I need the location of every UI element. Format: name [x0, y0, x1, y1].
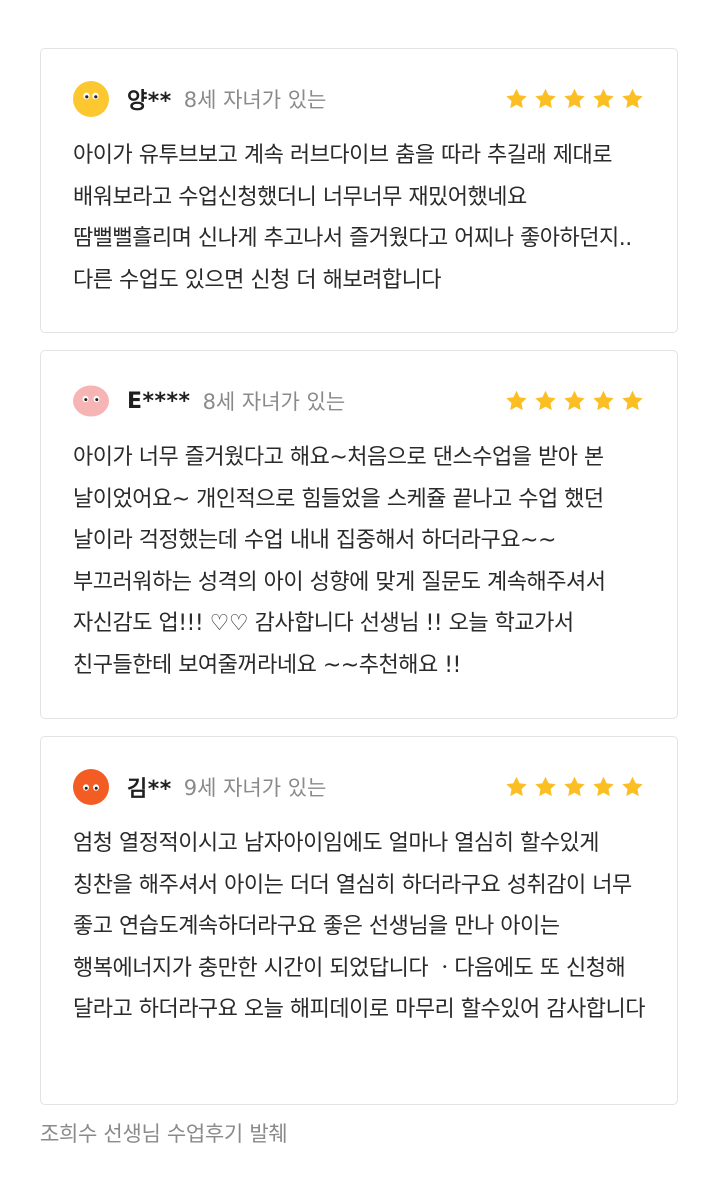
orange-face-icon: [73, 769, 109, 805]
reviewer-name: E****: [127, 388, 191, 414]
review-header: 양** 8세 자녀가 있는: [73, 81, 645, 117]
review-header: 김** 9세 자녀가 있는: [73, 769, 645, 805]
star-icon: [564, 390, 585, 411]
reviewer-meta: 9세 자녀가 있는: [183, 776, 327, 800]
reviewer-name: 양**: [127, 89, 172, 114]
star-icon: [593, 390, 614, 411]
star-icon: [593, 776, 614, 797]
star-icon: [506, 88, 527, 109]
star-icon: [564, 88, 585, 109]
reviewer-name: 김**: [127, 777, 172, 802]
review-card: 김** 9세 자녀가 있는 엄청 열정적이시고 남자아이임에도 얼마나 열심히 …: [40, 736, 678, 1105]
review-text: 아이가 너무 즐거웠다고 해요~처음으로 댄스수업을 받아 본 날이었어요~ 개…: [73, 445, 606, 678]
star-icon: [564, 776, 585, 797]
star-icon: [535, 390, 556, 411]
star-icon: [535, 88, 556, 109]
reviewer-meta: 8세 자녀가 있는: [183, 88, 327, 112]
review-text: 아이가 유투브보고 계속 러브다이브 춤을 따라 추길래 제대로 배워보라고 수…: [73, 143, 632, 293]
star-rating: [504, 389, 645, 413]
review-text: 엄청 열정적이시고 남자아이임에도 얼마나 열심히 할수있게 칭찬을 해주셔서 …: [73, 831, 645, 1022]
reviewer-meta: 8세 자녀가 있는: [202, 390, 346, 414]
pink-face-icon: [73, 385, 109, 417]
star-icon: [622, 88, 643, 109]
review-card: 양** 8세 자녀가 있는 아이가 유투브보고 계속 러브다이브 춤을 따라 추…: [40, 48, 678, 333]
review-card: E**** 8세 자녀가 있는 아이가 너무 즐거웠다고 해요~처음으로 댄스수…: [40, 350, 678, 719]
star-rating: [504, 87, 645, 111]
footer-caption: 조희수 선생님 수업후기 발췌: [40, 1122, 288, 1146]
star-icon: [506, 776, 527, 797]
star-icon: [535, 776, 556, 797]
star-icon: [622, 390, 643, 411]
yellow-face-icon: [73, 81, 109, 117]
review-header: E**** 8세 자녀가 있는: [73, 383, 645, 419]
star-rating: [504, 775, 645, 799]
star-icon: [506, 390, 527, 411]
star-icon: [593, 88, 614, 109]
star-icon: [622, 776, 643, 797]
